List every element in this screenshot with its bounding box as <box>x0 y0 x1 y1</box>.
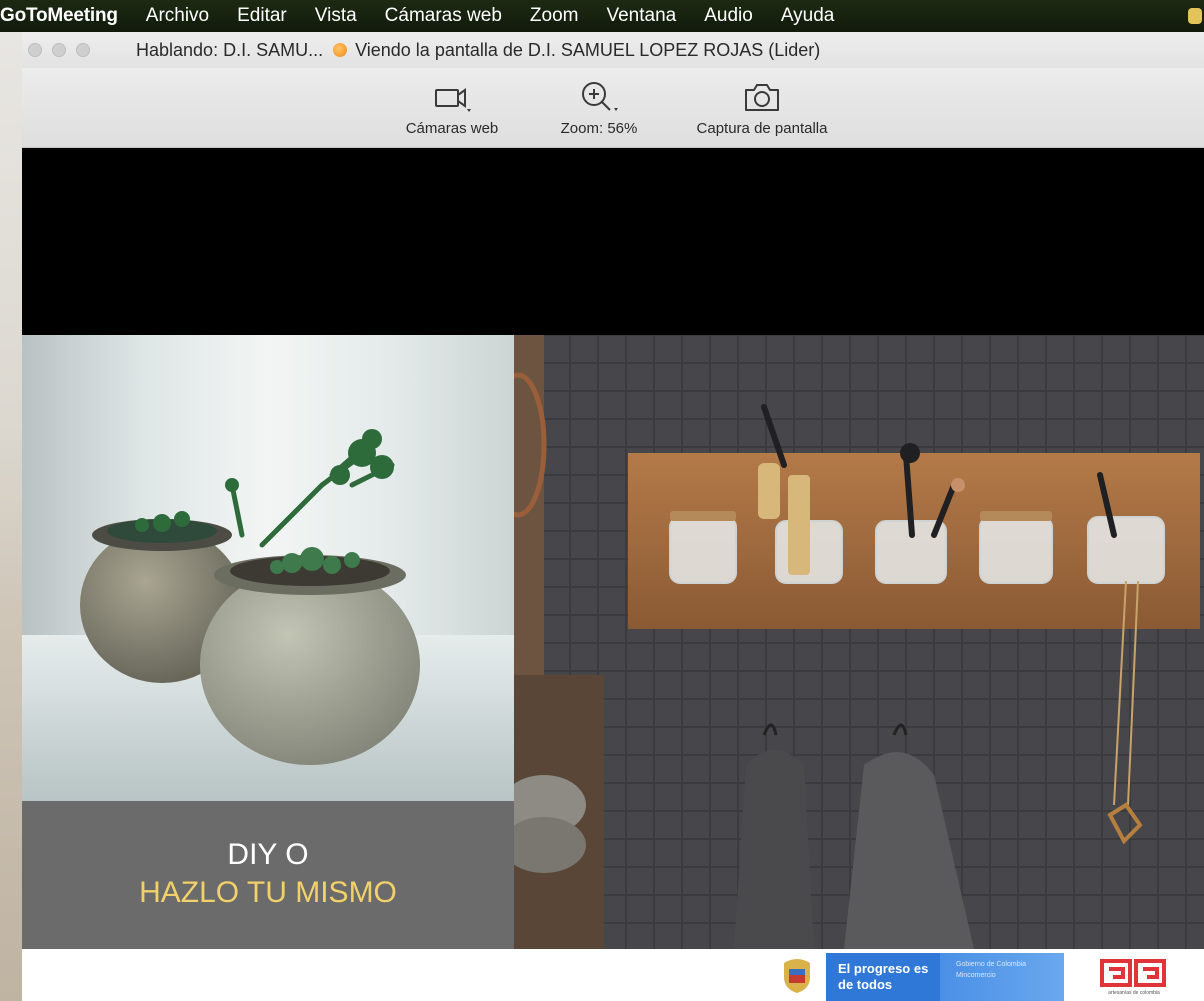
window-title: Hablando: D.I. SAMU... Viendo la pantall… <box>136 40 820 61</box>
succulent-illustration <box>22 429 514 801</box>
webcams-label: Cámaras web <box>405 120 499 137</box>
close-window-button[interactable] <box>28 43 42 57</box>
screen: GoToMeeting Archivo Editar Vista Cámaras… <box>0 0 1204 1001</box>
menu-zoom[interactable]: Zoom <box>530 5 579 27</box>
screenshot-button[interactable]: Captura de pantalla <box>682 68 842 148</box>
desktop-background <box>0 32 22 1001</box>
succulent-pots-photo <box>22 335 514 801</box>
zoom-button[interactable]: Zoom: 56% <box>549 68 649 148</box>
bathroom-illustration <box>514 335 1204 949</box>
presentation-slide: DIY O HAZLO TU MISMO El progreso es de t… <box>22 335 1204 1001</box>
zoom-in-icon <box>582 82 618 111</box>
title-bar: Hablando: D.I. SAMU... Viendo la pantall… <box>22 32 1204 68</box>
artesanias-logo-icon: artesanías de colombia <box>1100 959 1166 996</box>
menu-bar: GoToMeeting Archivo Editar Vista Cámaras… <box>0 0 1204 32</box>
menu-camaras-web[interactable]: Cámaras web <box>385 5 502 27</box>
colombia-coat-of-arms-icon <box>784 959 810 993</box>
artesanias-logo-text: artesanías de colombia <box>1108 990 1160 996</box>
viewing-indicator: Viendo la pantalla de D.I. SAMUEL LOPEZ … <box>355 39 821 60</box>
screenshot-label: Captura de pantalla <box>696 120 828 137</box>
caption-line-1: DIY O <box>227 838 309 871</box>
toolbar: Cámaras web Zoom: 56% Captura de pantall… <box>22 68 1204 148</box>
webcam-icon <box>435 88 471 112</box>
menu-audio[interactable]: Audio <box>704 5 753 27</box>
window-controls <box>28 43 100 57</box>
zoom-window-button[interactable] <box>76 43 90 57</box>
status-menu-icon[interactable] <box>1188 8 1202 24</box>
presenter-dot-icon <box>333 43 348 57</box>
slide-footer: El progreso es de todos Gobierno de Colo… <box>22 949 1204 1001</box>
zoom-label: Zoom: 56% <box>560 120 638 137</box>
webcams-button[interactable]: Cámaras web <box>397 68 507 148</box>
menu-ayuda[interactable]: Ayuda <box>781 5 835 27</box>
camera-icon <box>745 84 779 111</box>
menu-vista[interactable]: Vista <box>315 5 357 27</box>
menu-editar[interactable]: Editar <box>237 5 287 27</box>
progreso-text: El progreso es de todos <box>838 961 929 992</box>
gobierno-banner: El progreso es de todos Gobierno de Colo… <box>826 953 1064 1001</box>
speaking-indicator: Hablando: D.I. SAMU... <box>136 39 324 60</box>
minimize-window-button[interactable] <box>52 43 66 57</box>
shared-screen[interactable]: DIY O HAZLO TU MISMO El progreso es de t… <box>22 148 1204 1001</box>
slide-caption: DIY O HAZLO TU MISMO <box>22 801 514 949</box>
app-menu[interactable]: GoToMeeting <box>0 5 118 27</box>
viewer-window: Hablando: D.I. SAMU... Viendo la pantall… <box>22 32 1204 1001</box>
menu-archivo[interactable]: Archivo <box>146 5 209 27</box>
menu-ventana[interactable]: Ventana <box>606 5 676 27</box>
gobierno-text: Gobierno de Colombia Mincomercio <box>956 961 1027 979</box>
caption-line-2: HAZLO TU MISMO <box>139 876 397 909</box>
bathroom-organizer-photo <box>514 335 1204 949</box>
